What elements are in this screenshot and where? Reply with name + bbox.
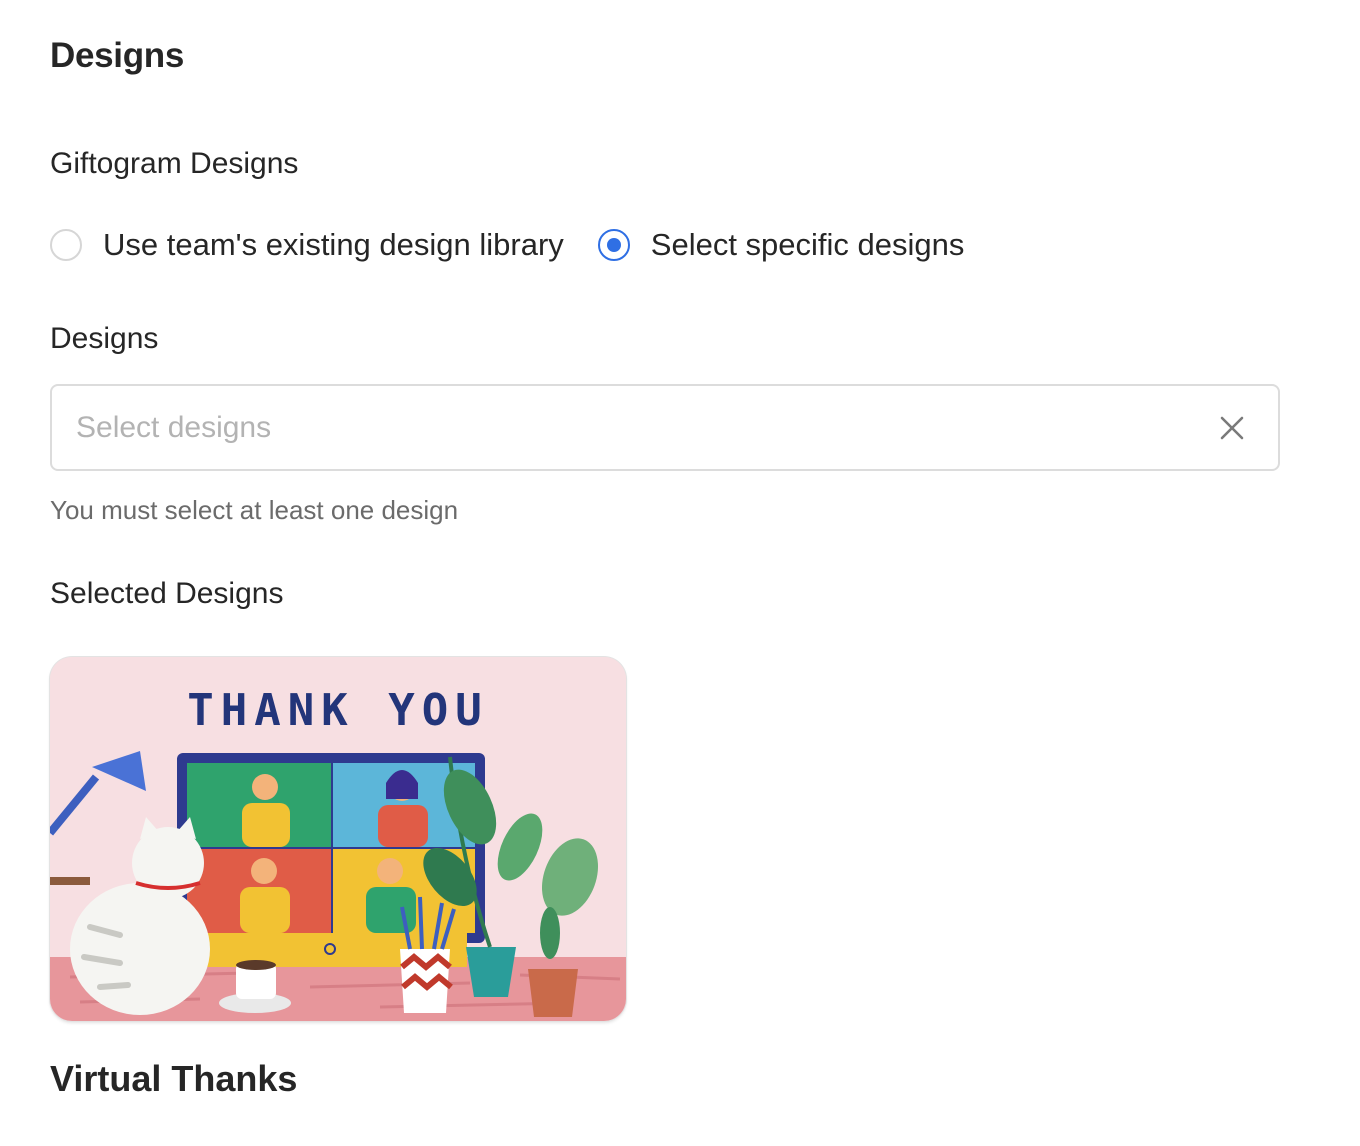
radio-select-specific-designs[interactable]: Select specific designs [597,227,965,263]
designs-select[interactable] [50,384,1280,471]
radio-label-existing-library[interactable]: Use team's existing design library [103,227,564,263]
close-icon[interactable] [1216,412,1248,444]
designs-select-input[interactable] [76,386,1176,469]
page-title: Designs [50,36,185,75]
design-card-headline: THANK YOU [187,685,489,736]
design-card-virtual-thanks[interactable]: THANK YOU [50,657,626,1021]
selected-designs-label: Selected Designs [50,577,284,610]
design-name: Virtual Thanks [50,1058,298,1099]
radio-use-existing-library[interactable]: Use team's existing design library [50,227,564,263]
designs-field-label: Designs [50,322,159,355]
design-source-radio-group: Use team's existing design library Selec… [50,224,964,266]
radio-button-unchecked[interactable] [50,229,82,261]
radio-button-checked[interactable] [597,229,630,261]
radio-label-specific-designs[interactable]: Select specific designs [651,227,965,263]
giftogram-designs-label: Giftogram Designs [50,147,299,180]
designs-helper-text: You must select at least one design [50,495,459,525]
